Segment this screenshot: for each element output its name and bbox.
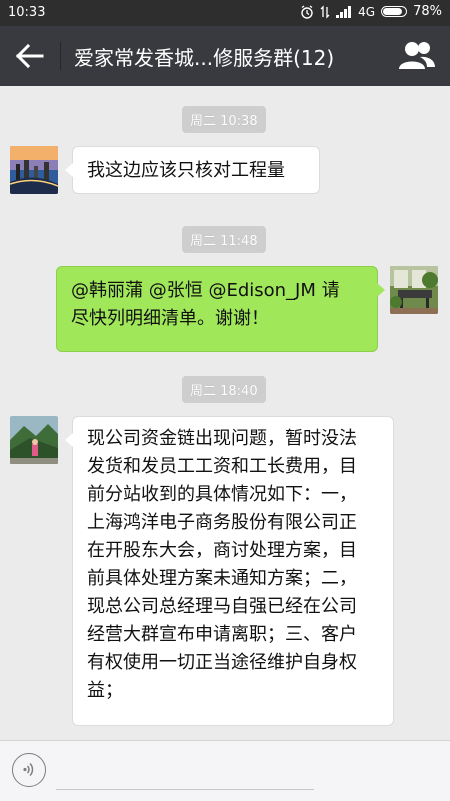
header-divider [60, 42, 61, 70]
status-bar: 10:33 4G 78% [0, 0, 450, 26]
mountain-photo-avatar [10, 416, 58, 464]
signal-icon [336, 5, 352, 18]
message-text-line: 尽快列明细清单。谢谢！ [71, 308, 269, 329]
battery-level: 78% [413, 4, 442, 19]
garden-photo-avatar [390, 266, 438, 314]
message-text: 我这边应该只核对工程量 [87, 160, 285, 181]
message-text-line: 益； [87, 680, 123, 701]
message-input[interactable] [56, 751, 314, 790]
message-text-line: 有权使用一切正当途径维护自身权 [87, 652, 357, 673]
status-icons: 4G 78% [300, 4, 442, 19]
alarm-icon [301, 4, 313, 19]
message-text-line: 发货和发员工工资和工长费用，目 [87, 456, 357, 477]
battery-icon [381, 6, 408, 17]
own-avatar[interactable] [390, 266, 438, 314]
message-timestamp: 周二 11:48 [182, 226, 266, 253]
group-members-icon[interactable] [398, 39, 436, 73]
voice-input-button[interactable] [12, 753, 46, 787]
avatar[interactable] [10, 146, 58, 194]
message-timestamp: 周二 10:38 [182, 106, 266, 133]
message-text-line: @韩丽蒲 @张恒 @Edison_JM 请 [71, 280, 340, 301]
back-arrow-icon[interactable] [14, 41, 46, 71]
status-time: 10:33 [8, 5, 46, 20]
message-timestamp: 周二 18:40 [182, 376, 266, 403]
voice-icon [23, 762, 34, 777]
message-text-line: 在开股东大会，商讨处理方案，目 [87, 540, 357, 561]
message-bubble[interactable]: 我这边应该只核对工程量 [65, 146, 320, 194]
network-type: 4G [358, 4, 376, 19]
data-transfer-icon [320, 4, 330, 19]
chat-title: 爱家常发香城...修服务群(12) [74, 46, 335, 70]
message-text-line: 前具体处理方案未通知方案；二， [87, 568, 357, 589]
message-text-line: 现总公司总经理马自强已经在公司 [87, 596, 357, 617]
message-text-line: 上海鸿洋电子商务股份有限公司正 [87, 512, 357, 533]
city-photo-avatar [10, 146, 58, 194]
message-text-line: 经营大群宣布申请离职；三、客户 [87, 624, 357, 645]
message-bubble[interactable]: @韩丽蒲 @张恒 @Edison_JM 请 尽快列明细清单。谢谢！ [56, 266, 385, 352]
message-list[interactable]: 周二 10:38 我这边应该只核对工程量 周二 11:48 @韩丽蒲 @张恒 @… [0, 86, 450, 740]
message-text-line: 现公司资金链出现问题，暂时没法 [87, 428, 357, 449]
chat-header: 爱家常发香城...修服务群(12) [0, 26, 450, 86]
message-text-line: 前分站收到的具体情况如下：一， [87, 484, 357, 505]
avatar[interactable] [10, 416, 58, 464]
input-bar [0, 740, 450, 801]
message-bubble[interactable]: 现公司资金链出现问题，暂时没法 发货和发员工工资和工长费用，目 前分站收到的具体… [65, 416, 394, 726]
